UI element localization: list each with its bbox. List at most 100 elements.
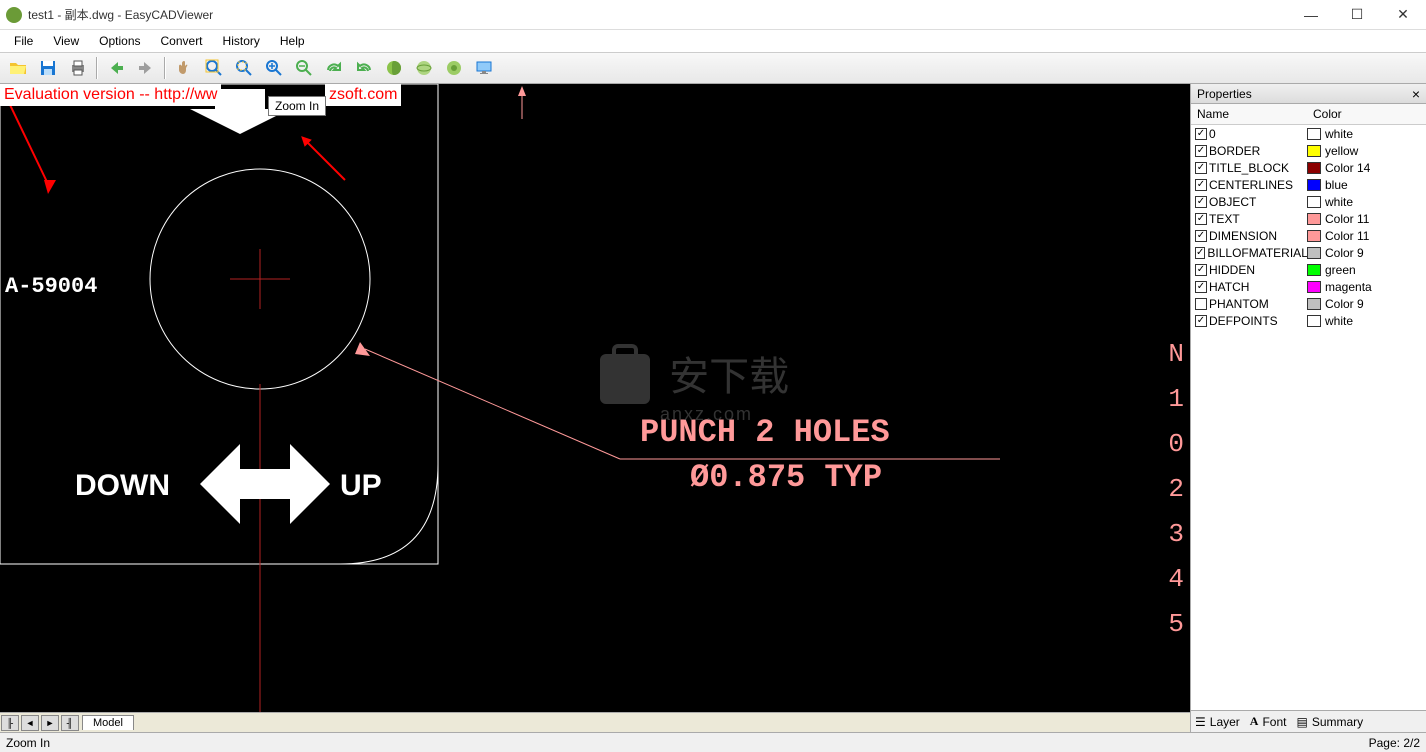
color-name: Color 14: [1325, 161, 1370, 175]
back-button[interactable]: [102, 55, 130, 81]
color-swatch-icon: [1307, 179, 1321, 191]
maximize-button[interactable]: ☐: [1334, 0, 1380, 30]
window-title: test1 - 副本.dwg - EasyCADViewer: [28, 6, 1288, 23]
eval-banner-right: zsoft.com: [325, 84, 401, 106]
layer-name: BILLOFMATERIAL: [1207, 246, 1307, 260]
globe1-button[interactable]: [380, 55, 408, 81]
layer-name: TITLE_BLOCK: [1209, 161, 1289, 175]
zoom-out-button[interactable]: [290, 55, 318, 81]
color-swatch-icon: [1307, 247, 1321, 259]
layer-row[interactable]: TITLE_BLOCK Color 14: [1191, 159, 1426, 176]
cad-punch2: Ø0.875 TYP: [690, 459, 882, 496]
forward-button[interactable]: [132, 55, 160, 81]
layer-checkbox[interactable]: [1195, 315, 1207, 327]
prev-sheet-button[interactable]: ◄: [21, 715, 39, 731]
col-color[interactable]: Color: [1307, 104, 1348, 124]
cad-svg: [0, 84, 1190, 712]
layer-checkbox[interactable]: [1195, 230, 1207, 242]
menu-history[interactable]: History: [213, 32, 270, 50]
last-sheet-button[interactable]: ╢: [61, 715, 79, 731]
layer-row[interactable]: 0white: [1191, 125, 1426, 142]
app-icon: [6, 7, 22, 23]
layer-row[interactable]: HIDDEN green: [1191, 261, 1426, 278]
summary-icon: ▤: [1296, 715, 1307, 729]
menu-file[interactable]: File: [4, 32, 43, 50]
color-swatch-icon: [1307, 213, 1321, 225]
layer-checkbox[interactable]: [1195, 247, 1205, 259]
layer-row[interactable]: CENTERLINESblue: [1191, 176, 1426, 193]
layer-name: 0: [1209, 127, 1216, 141]
first-sheet-button[interactable]: ╟: [1, 715, 19, 731]
model-tab[interactable]: Model: [82, 715, 134, 730]
window-controls: — ☐ ✕: [1288, 0, 1426, 30]
properties-body: Name Color 0whiteBORDERyellowTITLE_BLOCK…: [1191, 104, 1426, 710]
minimize-button[interactable]: —: [1288, 0, 1334, 30]
layer-checkbox[interactable]: [1195, 264, 1207, 276]
layer-list: 0whiteBORDERyellowTITLE_BLOCKColor 14CEN…: [1191, 125, 1426, 329]
color-swatch-icon: [1307, 145, 1321, 157]
layer-checkbox[interactable]: [1195, 213, 1207, 225]
layer-name: HIDDEN: [1209, 263, 1255, 277]
layer-name: TEXT: [1209, 212, 1240, 226]
sidenum-1: 1: [1168, 384, 1184, 414]
watermark-text: 安下载: [669, 355, 789, 399]
globe2-button[interactable]: [410, 55, 438, 81]
properties-title: Properties: [1197, 87, 1252, 101]
color-swatch-icon: [1307, 230, 1321, 242]
eval-banner-left: Evaluation version -- http://ww: [0, 84, 221, 106]
canvas-wrap: Evaluation version -- http://ww zsoft.co…: [0, 84, 1190, 732]
layer-row[interactable]: TEXTColor 11: [1191, 210, 1426, 227]
ptab-layer[interactable]: ☰Layer: [1195, 715, 1240, 729]
color-name: blue: [1325, 178, 1348, 192]
layer-row[interactable]: DEFPOINTSwhite: [1191, 312, 1426, 329]
pan-button[interactable]: [170, 55, 198, 81]
color-name: green: [1325, 263, 1356, 277]
layer-checkbox[interactable]: [1195, 298, 1207, 310]
globe3-button[interactable]: [440, 55, 468, 81]
layer-name: BORDER: [1209, 144, 1260, 158]
properties-close-icon[interactable]: ×: [1412, 86, 1420, 102]
layer-checkbox[interactable]: [1195, 162, 1207, 174]
menu-help[interactable]: Help: [270, 32, 315, 50]
layer-row[interactable]: OBJECTwhite: [1191, 193, 1426, 210]
zoom-window-button[interactable]: [230, 55, 258, 81]
monitor-button[interactable]: [470, 55, 498, 81]
menu-view[interactable]: View: [43, 32, 89, 50]
sidenum-4: 4: [1168, 564, 1184, 594]
open-button[interactable]: [4, 55, 32, 81]
layer-row[interactable]: PHANTOMColor 9: [1191, 295, 1426, 312]
layer-row[interactable]: BILLOFMATERIALColor 9: [1191, 244, 1426, 261]
layer-checkbox[interactable]: [1195, 179, 1207, 191]
redo-button[interactable]: [320, 55, 348, 81]
color-swatch-icon: [1307, 315, 1321, 327]
status-right: Page: 2/2: [1369, 736, 1420, 750]
drawing-canvas[interactable]: Evaluation version -- http://ww zsoft.co…: [0, 84, 1190, 712]
toolbar: [0, 52, 1426, 84]
print-button[interactable]: [64, 55, 92, 81]
layer-row[interactable]: DIMENSIONColor 11: [1191, 227, 1426, 244]
color-name: yellow: [1325, 144, 1358, 158]
tooltip: Zoom In: [268, 96, 326, 116]
ptab-summary[interactable]: ▤Summary: [1296, 715, 1363, 729]
zoom-in-button[interactable]: [260, 55, 288, 81]
layer-row[interactable]: BORDER yellow: [1191, 142, 1426, 159]
sidenum-N: N: [1168, 339, 1184, 369]
color-name: white: [1325, 195, 1353, 209]
properties-header: Properties ×: [1191, 84, 1426, 104]
zoom-fit-button[interactable]: [200, 55, 228, 81]
save-button[interactable]: [34, 55, 62, 81]
next-sheet-button[interactable]: ►: [41, 715, 59, 731]
color-name: Color 11: [1325, 229, 1369, 243]
ptab-font[interactable]: AFont: [1250, 714, 1287, 729]
properties-tabs: ☰Layer AFont ▤Summary: [1191, 710, 1426, 732]
col-name[interactable]: Name: [1191, 104, 1307, 124]
layer-checkbox[interactable]: [1195, 196, 1207, 208]
menu-options[interactable]: Options: [89, 32, 150, 50]
layer-row[interactable]: HATCHmagenta: [1191, 278, 1426, 295]
layer-checkbox[interactable]: [1195, 281, 1207, 293]
menu-convert[interactable]: Convert: [151, 32, 213, 50]
close-button[interactable]: ✕: [1380, 0, 1426, 30]
layer-checkbox[interactable]: [1195, 145, 1207, 157]
undo-button[interactable]: [350, 55, 378, 81]
layer-checkbox[interactable]: [1195, 128, 1207, 140]
